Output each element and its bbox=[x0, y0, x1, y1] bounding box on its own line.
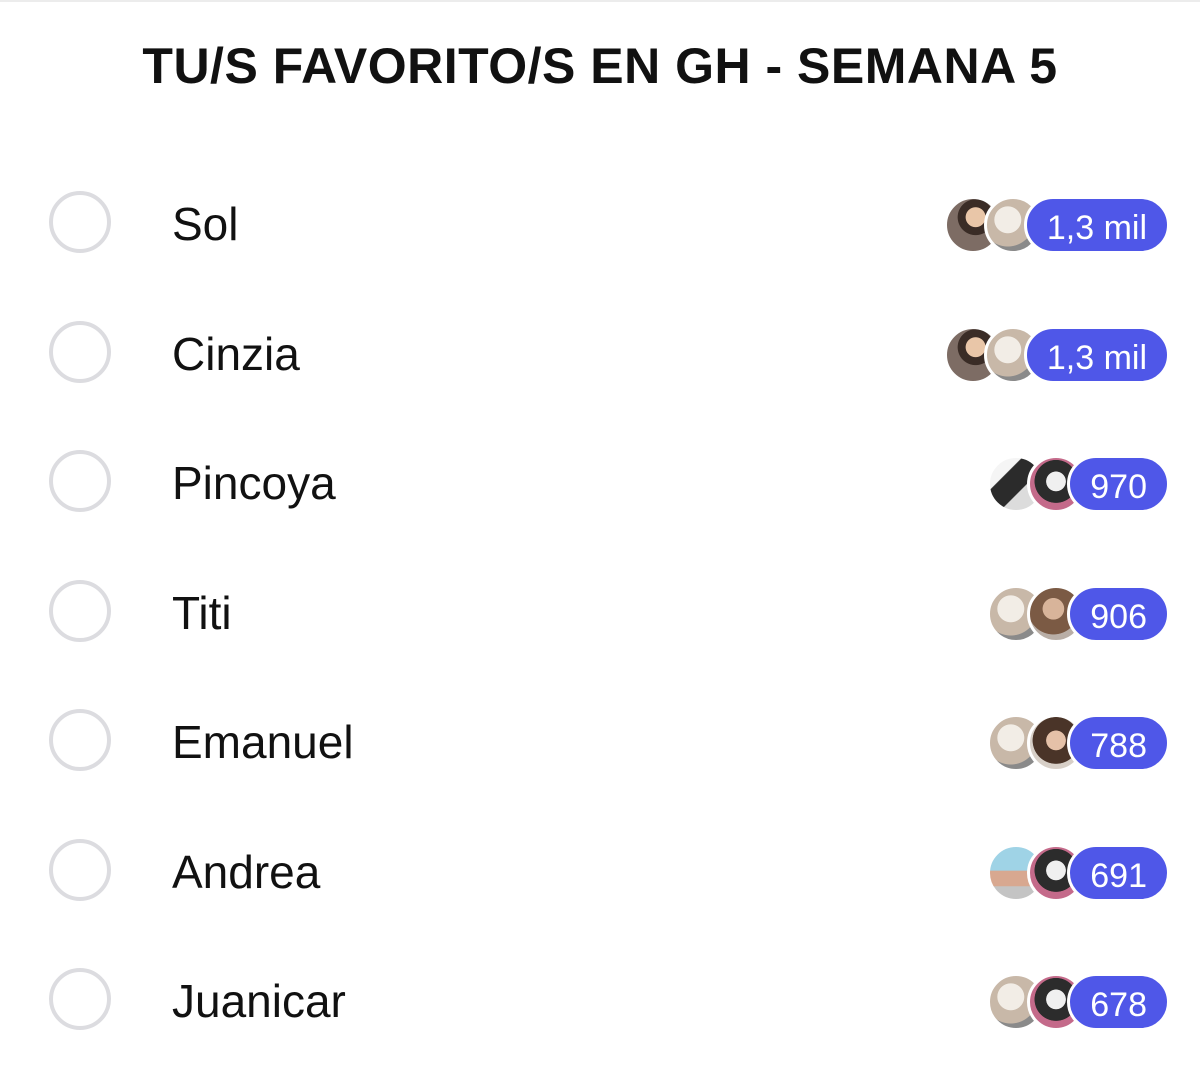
option-label: Titi bbox=[172, 586, 232, 639]
voters-summary[interactable]: 1,3 mil bbox=[943, 325, 1170, 384]
voters-summary[interactable]: 691 bbox=[987, 843, 1170, 902]
voters-summary[interactable]: 1,3 mil bbox=[943, 196, 1170, 254]
vote-count-badge[interactable]: 970 bbox=[1067, 455, 1170, 513]
poll-option-pincoya[interactable]: Pincoya 970 bbox=[0, 419, 1200, 549]
vote-count-badge[interactable]: 906 bbox=[1067, 584, 1170, 643]
poll-title: TU/S FAVORITO/S EN GH - SEMANA 5 bbox=[142, 38, 1058, 94]
option-label: Cinzia bbox=[172, 327, 300, 380]
vote-count-badge[interactable]: 1,3 mil bbox=[1023, 196, 1170, 254]
poll-option-juanicar[interactable]: Juanicar 678 bbox=[0, 937, 1200, 1067]
radio-button[interactable] bbox=[49, 579, 111, 642]
voters-summary[interactable]: 678 bbox=[987, 973, 1170, 1031]
poll-option-emanuel[interactable]: Emanuel 788 bbox=[0, 678, 1200, 808]
radio-button[interactable] bbox=[49, 191, 111, 253]
vote-count-badge[interactable]: 788 bbox=[1067, 714, 1170, 772]
voters-summary[interactable]: 970 bbox=[987, 455, 1170, 513]
option-label: Emanuel bbox=[172, 716, 354, 768]
poll-option-titi[interactable]: Titi 906 bbox=[0, 549, 1200, 679]
poll-option-cinzia[interactable]: Cinzia 1,3 mil bbox=[0, 290, 1200, 420]
radio-button[interactable] bbox=[49, 320, 111, 383]
radio-button[interactable] bbox=[49, 450, 111, 512]
voters-summary[interactable]: 788 bbox=[987, 714, 1170, 772]
option-label: Andrea bbox=[172, 845, 321, 898]
poll-option-sol[interactable]: Sol 1,3 mil bbox=[0, 160, 1200, 290]
option-label: Pincoya bbox=[172, 457, 336, 509]
poll-options-list: Sol 1,3 mil Cinzia 1,3 mil Pincoya 970 T… bbox=[0, 160, 1200, 1067]
vote-count-badge[interactable]: 1,3 mil bbox=[1023, 325, 1170, 384]
radio-button[interactable] bbox=[49, 709, 111, 771]
vote-count-badge[interactable]: 678 bbox=[1067, 973, 1170, 1031]
vote-count-badge[interactable]: 691 bbox=[1067, 843, 1170, 902]
poll-option-andrea[interactable]: Andrea 691 bbox=[0, 808, 1200, 938]
voters-summary[interactable]: 906 bbox=[987, 584, 1170, 643]
top-divider bbox=[0, 0, 1200, 2]
radio-button[interactable] bbox=[49, 838, 111, 901]
option-label: Juanicar bbox=[172, 975, 346, 1027]
option-label: Sol bbox=[172, 198, 239, 250]
radio-button[interactable] bbox=[49, 968, 111, 1030]
